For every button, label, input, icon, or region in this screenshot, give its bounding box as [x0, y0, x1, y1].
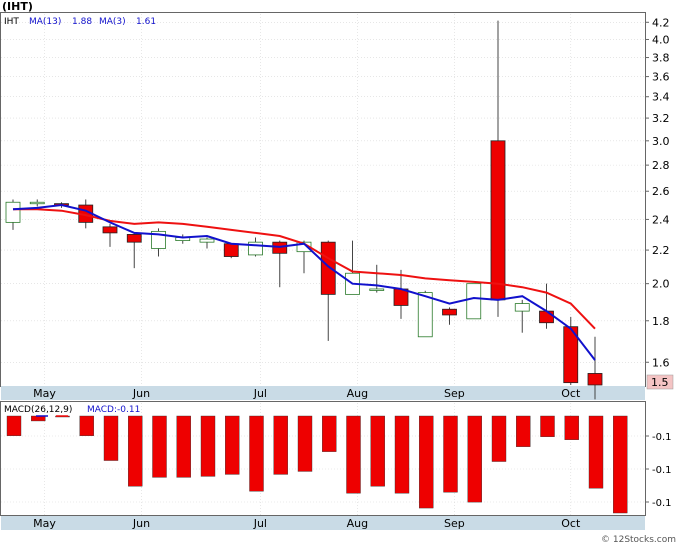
macd-bar: [346, 415, 361, 494]
candle-body-up: [417, 292, 433, 338]
macd-y-tick-label: -0.1: [652, 465, 672, 476]
macd-bar: [200, 415, 216, 477]
macd-bar: [225, 415, 240, 475]
macd-bar: [419, 415, 434, 509]
candle-body-down: [490, 140, 506, 301]
macd-bar: [588, 415, 604, 489]
price-y-tick-label: 2.0: [652, 278, 670, 291]
macd-x-tick-label: Sep: [444, 517, 465, 530]
legend-ma3-value: 1.61: [136, 17, 156, 27]
candle-body-down: [320, 241, 336, 295]
price-y-tick-label: 3.2: [652, 112, 670, 125]
candle-body-down: [587, 373, 603, 386]
macd-legend-value: MACD:-0.11: [87, 405, 140, 415]
candle-body-down: [539, 310, 554, 324]
legend-ma3-label: MA(3): [99, 17, 126, 27]
macd-x-tick-label: Aug: [347, 517, 368, 530]
macd-bar: [6, 415, 22, 436]
candle-body-down: [102, 226, 118, 234]
candle-body-down: [442, 308, 457, 316]
price-y-axis: 1.6 1.8 2.0 2.2 2.4 2.6 2.8 3.0 3.2 3.4 3.6 3.8 4.0 4…: [645, 16, 670, 369]
macd-bar: [540, 415, 555, 437]
candle: [466, 283, 482, 320]
macd-axis-band: [1, 516, 645, 530]
macd-x-tick-label: May: [33, 517, 56, 530]
macd-bar: [564, 415, 579, 440]
macd-bar: [79, 415, 94, 436]
price-y-tick-label: 2.2: [652, 244, 670, 257]
watermark: © 12Stocks.com: [601, 535, 676, 545]
macd-bar: [297, 415, 313, 472]
macd-bar: [491, 415, 507, 462]
price-x-tick-label: Oct: [561, 387, 581, 400]
legend-ma13-label: MA(13): [29, 17, 61, 27]
macd-y-tick-label: -0.1: [652, 432, 672, 443]
macd-x-tick-label: Jul: [253, 517, 267, 530]
candle: [563, 316, 579, 385]
price-y-tick-label: 4.2: [652, 16, 670, 29]
price-y-tick-label: 3.8: [652, 52, 670, 65]
chart-stage: May Jun Jul Aug Sep Oct 1.6 1.8 2.0 2.2 2.4 2.6 2.8…: [0, 0, 680, 546]
price-panel: [0, 12, 646, 387]
price-x-tick-label: Jun: [132, 387, 150, 400]
price-y-tick-label: 1.6: [652, 356, 670, 369]
legend-ma13-value: 1.88: [72, 17, 92, 27]
macd-bar: [103, 415, 119, 461]
candle-body-down: [126, 234, 142, 243]
candle-body-up: [199, 238, 215, 243]
macd-bar: [516, 415, 531, 447]
price-y-tick-label: 1.8: [652, 315, 670, 328]
stock-chart: May Jun Jul Aug Sep Oct 1.6 1.8 2.0 2.2 2.4 2.6 2.8…: [0, 0, 676, 545]
macd-legend-label: MACD(26,12,9): [4, 405, 72, 415]
macd-bar: [273, 415, 288, 475]
price-y-tick-label: 3.4: [652, 91, 670, 104]
candle-body-up: [5, 201, 21, 223]
candle-body-up: [369, 288, 385, 291]
macd-bar: [370, 415, 385, 487]
price-x-tick-label: Jul: [253, 387, 267, 400]
price-axis-band: [1, 386, 645, 400]
candle-body-up: [29, 201, 45, 205]
last-price-label: 1.5: [651, 376, 669, 389]
macd-bar: [467, 415, 482, 503]
price-y-tick-label: 3.6: [652, 71, 670, 84]
macd-bar: [613, 415, 628, 514]
candle: [223, 243, 239, 259]
macd-x-tick-label: Oct: [561, 517, 581, 530]
chart-title: (IHT): [2, 0, 33, 13]
price-y-tick-label: 4.0: [652, 33, 670, 46]
candle-body-up: [466, 283, 482, 320]
price-y-tick-label: 2.8: [652, 159, 670, 172]
macd-bar: [176, 415, 191, 478]
candle-body-up: [514, 303, 530, 312]
candle-body-down: [223, 243, 239, 257]
macd-y-tick-label: -0.1: [652, 498, 672, 509]
macd-bar: [394, 415, 410, 494]
macd-y-axis: -0.1 -0.1 -0.1: [645, 432, 672, 509]
macd-bar: [322, 415, 337, 452]
macd-bar: [128, 415, 143, 487]
price-x-tick-label: Aug: [347, 387, 368, 400]
price-y-tick-label: 3.0: [652, 135, 670, 148]
macd-bar: [152, 415, 167, 478]
price-y-tick-label: 2.6: [652, 185, 670, 198]
macd-x-tick-label: Jun: [132, 517, 150, 530]
price-y-tick-label: 2.4: [652, 213, 670, 226]
price-x-tick-label: Sep: [444, 387, 465, 400]
price-x-tick-label: May: [33, 387, 56, 400]
macd-bar: [443, 415, 458, 493]
macd-bar: [249, 415, 264, 492]
legend-symbol: IHT: [4, 17, 19, 27]
